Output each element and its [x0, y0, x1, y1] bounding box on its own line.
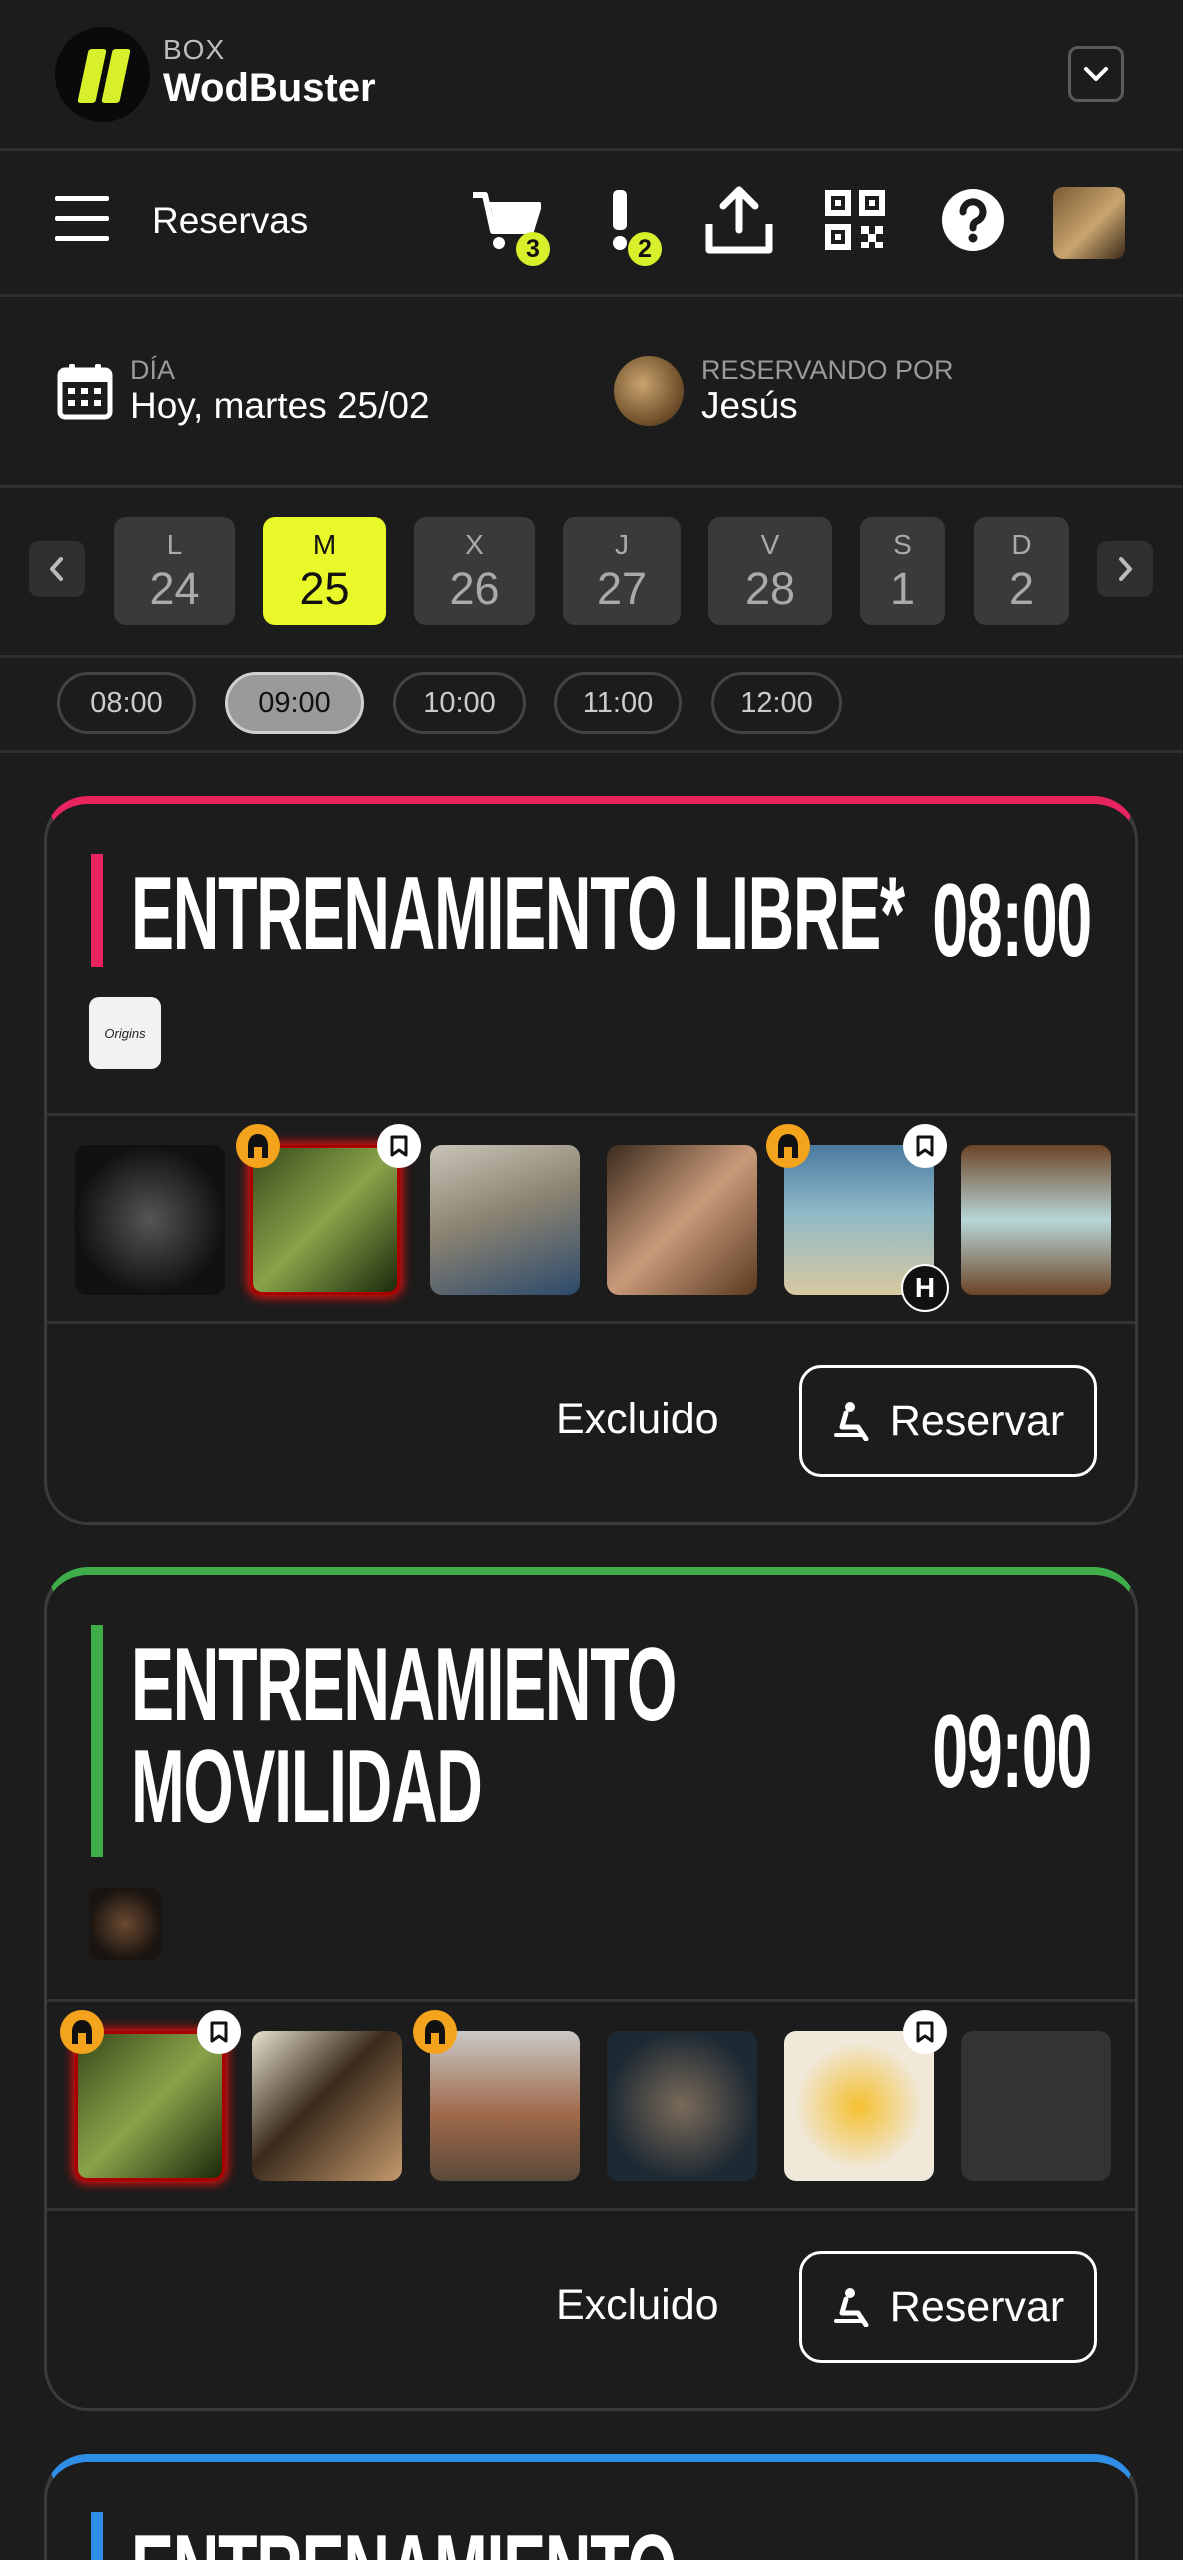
alerts-button[interactable]: 2 [580, 180, 662, 266]
attendee-avatar[interactable] [75, 1145, 225, 1295]
spartan-helmet-icon [413, 2010, 457, 2054]
help-button[interactable] [933, 180, 1013, 260]
seated-person-icon [833, 2288, 869, 2327]
class-card-1: ENTRENAMIENTO LIBRE* 08:00 Origins H Exc… [44, 840, 1138, 1525]
day-label: DÍA [130, 355, 176, 385]
attendee-avatar[interactable] [430, 1145, 580, 1295]
spartan-helmet-icon [236, 1124, 280, 1168]
next-week-button[interactable] [1097, 541, 1153, 597]
class-accent-bar [91, 1625, 103, 1857]
h-badge: H [901, 1264, 949, 1312]
class-time: 08:00 [932, 863, 1092, 979]
bookmark-icon [197, 2010, 241, 2054]
day-mon[interactable]: L 24 [114, 517, 235, 625]
spartan-helmet-icon [766, 1124, 810, 1168]
day-thu[interactable]: J 27 [563, 517, 681, 625]
class-card-2: ENTRENAMIENTO MOVILIDAD 09:00 Excluido R… [44, 1611, 1138, 2411]
class-accent-bar [91, 2512, 103, 2560]
page-title: Reservas [152, 200, 309, 241]
day-tue-selected[interactable]: M 25 [263, 517, 386, 625]
qr-code-icon [825, 190, 885, 250]
cart-button[interactable]: 3 [466, 180, 550, 266]
box-name: WodBuster [163, 66, 376, 110]
attendee-avatar[interactable] [250, 1145, 400, 1295]
alerts-count-badge: 2 [628, 232, 662, 266]
class-title: ENTRENAMIENTO [131, 2520, 677, 2560]
reserve-button[interactable]: Reservar [799, 1365, 1097, 1477]
class-title: ENTRENAMIENTO LIBRE* [131, 856, 905, 972]
seated-person-icon [833, 1402, 869, 1441]
bookmark-icon [377, 1124, 421, 1168]
bookmark-icon [903, 2010, 947, 2054]
class-title-line2: MOVILIDAD [131, 1729, 483, 1845]
reserve-button[interactable]: Reservar [799, 2251, 1097, 2363]
class-status-text: Excluido [556, 2281, 719, 2329]
reserving-for-value[interactable]: Jesús [701, 385, 798, 427]
day-fri[interactable]: V 28 [708, 517, 832, 625]
attendee-avatar[interactable] [607, 1145, 757, 1295]
attendee-avatar[interactable] [75, 2031, 225, 2181]
day-sat[interactable]: S1 [860, 517, 945, 625]
spartan-helmet-icon [60, 2010, 104, 2054]
coach-logo: Origins [89, 997, 161, 1069]
box-label: BOX [163, 34, 226, 65]
attendee-avatar[interactable] [430, 2031, 580, 2181]
bookmark-icon [903, 1124, 947, 1168]
user-avatar[interactable] [1053, 187, 1125, 259]
share-button[interactable] [699, 180, 779, 260]
hour-pill[interactable]: 08:00 [57, 672, 196, 734]
reserving-user-avatar[interactable] [614, 356, 684, 426]
box-switch-dropdown-button[interactable] [1068, 46, 1124, 102]
box-logo [55, 27, 150, 122]
chevron-left-icon [50, 557, 63, 581]
attendee-avatar[interactable] [784, 2031, 934, 2181]
hour-pill[interactable]: 10:00 [393, 672, 526, 734]
reserving-for-label: RESERVANDO POR [701, 355, 954, 385]
hour-pill[interactable]: 12:00 [711, 672, 842, 734]
attendee-empty-slot [961, 2031, 1111, 2181]
attendee-avatar[interactable] [961, 1145, 1111, 1295]
qr-code-button[interactable] [815, 180, 895, 260]
coach-avatar [89, 1888, 161, 1960]
reserve-button-label: Reservar [889, 1396, 1065, 1445]
prev-week-button[interactable] [29, 541, 85, 597]
share-upload-icon [705, 186, 773, 254]
calendar-icon [57, 362, 113, 425]
attendee-avatar[interactable] [607, 2031, 757, 2181]
cart-count-badge: 3 [516, 232, 550, 266]
class-card-3: ENTRENAMIENTO [44, 2498, 1138, 2560]
class-time: 09:00 [932, 1694, 1092, 1810]
day-sun[interactable]: D2 [974, 517, 1069, 625]
day-wed[interactable]: X 26 [414, 517, 535, 625]
attendee-avatar[interactable] [252, 2031, 402, 2181]
class-accent-bar [91, 854, 103, 967]
chevron-right-icon [1119, 557, 1132, 581]
class-status-text: Excluido [556, 1395, 719, 1443]
day-value: Hoy, martes 25/02 [130, 385, 430, 426]
class-title-line1: ENTRENAMIENTO [131, 1627, 677, 1743]
hamburger-menu-icon[interactable] [55, 196, 109, 242]
chevron-down-icon [1084, 67, 1108, 81]
reserve-button-label: Reservar [889, 2282, 1065, 2331]
hour-pill-selected[interactable]: 09:00 [225, 672, 364, 734]
help-question-icon [942, 189, 1004, 251]
hour-pill[interactable]: 11:00 [554, 672, 682, 734]
